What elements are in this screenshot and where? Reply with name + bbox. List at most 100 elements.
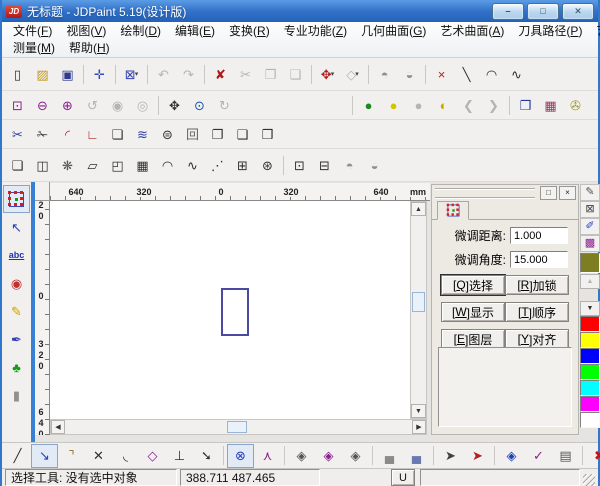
color-swatch[interactable]	[580, 412, 600, 428]
light-yellow-button[interactable]: ●	[381, 93, 406, 118]
material-lamp-button[interactable]: ✇	[563, 93, 588, 118]
ungroup-button[interactable]: ⊟	[312, 153, 337, 178]
menu-item-8[interactable]: 刀具路径(P)	[511, 21, 589, 40]
menu-item-6[interactable]: 几何曲面(G)	[354, 21, 433, 40]
current-color-swatch[interactable]	[580, 253, 600, 273]
delete-button[interactable]: ✘	[208, 62, 233, 87]
node-edit-tool-button[interactable]: ↖	[3, 213, 30, 241]
save-file-button[interactable]: ▣	[55, 62, 80, 87]
draw-line-button[interactable]: ╲	[454, 62, 479, 87]
concentric-button[interactable]: 回	[180, 122, 205, 147]
rect-array-button[interactable]: ▦	[130, 153, 155, 178]
maximize-button[interactable]: □	[527, 3, 559, 20]
color-swatch[interactable]	[580, 316, 600, 332]
shear-button[interactable]: ▱	[80, 153, 105, 178]
stamp-dome-button[interactable]: ◓	[372, 62, 397, 87]
scroll-up-icon[interactable]: ▲	[411, 202, 426, 216]
color-swatch[interactable]	[580, 380, 600, 396]
zoom-previous-button[interactable]: ↺	[80, 93, 105, 118]
surface-snap-direction-button[interactable]: ▄	[403, 444, 430, 468]
zoom-dynamic-button[interactable]: ⊙	[187, 93, 212, 118]
ring-array-button[interactable]: ⊛	[255, 153, 280, 178]
multi-offset-button[interactable]: ≋	[130, 122, 155, 147]
snap-verify-button[interactable]: ✓	[525, 444, 552, 468]
offset-curve-button[interactable]: ❏	[105, 122, 130, 147]
color-swatch[interactable]	[580, 396, 600, 412]
cut-curve-button[interactable]: ✂	[5, 122, 30, 147]
drawing-canvas[interactable]	[50, 201, 410, 419]
stamp-punch-2-button[interactable]: ◒	[362, 153, 387, 178]
copy-translate-button[interactable]: ❏	[5, 153, 30, 178]
stamp-dome-2-button[interactable]: ◓	[337, 153, 362, 178]
zoom-object-button[interactable]: ◎	[130, 93, 155, 118]
vertical-scroll-thumb[interactable]	[412, 292, 425, 312]
drawn-rectangle[interactable]	[221, 288, 249, 336]
menu-item-9[interactable]: 艺术绘制(Y)	[589, 21, 600, 40]
tab-selection[interactable]	[437, 201, 469, 220]
view-3d-button[interactable]: ◇▾	[340, 62, 365, 87]
snap-point-button[interactable]: ⋏	[254, 444, 281, 468]
flip-prev-button[interactable]: ❮	[456, 93, 481, 118]
snap-perpendicular-button[interactable]: ⊥	[166, 444, 193, 468]
curve-array-button[interactable]: ∿	[180, 153, 205, 178]
redo-button[interactable]: ↷	[176, 62, 201, 87]
horizontal-scroll-thumb[interactable]	[227, 421, 247, 433]
unit-toggle-button[interactable]: U	[391, 469, 415, 486]
chamfer-button[interactable]: ∟	[80, 122, 105, 147]
copy-button[interactable]: ❐	[258, 62, 283, 87]
palette-edit-button[interactable]: ▩	[580, 235, 600, 252]
nc-cutter-tool-button[interactable]: ▮	[3, 381, 30, 409]
color-swatch[interactable]	[580, 348, 600, 364]
eyedropper-button[interactable]: ✐	[580, 218, 600, 235]
sketch-tool-button[interactable]: ✎	[3, 297, 30, 325]
color-swatch[interactable]	[580, 332, 600, 348]
delete-small-button[interactable]: ×	[429, 62, 454, 87]
paste-button[interactable]: ❑	[283, 62, 308, 87]
cancel-button[interactable]: ✖	[586, 444, 600, 468]
no-color-button[interactable]: ⊠	[580, 201, 600, 218]
attribute-grid-button[interactable]: ▦	[538, 93, 563, 118]
pick-box-button[interactable]: ⊠▾	[119, 62, 144, 87]
pan-view-button[interactable]: ✥	[162, 93, 187, 118]
draw-spline-button[interactable]: ∿	[504, 62, 529, 87]
zoom-window-button[interactable]: ⊡	[5, 93, 30, 118]
nudge-angle-field[interactable]: 15.000	[510, 251, 568, 268]
color-swatch[interactable]	[580, 364, 600, 380]
panel-maximize-button[interactable]: □	[540, 186, 557, 200]
surface-snap-button[interactable]: ▄	[376, 444, 403, 468]
scale-button[interactable]: ◰	[105, 153, 130, 178]
menu-item-1[interactable]: 帮助(H)	[62, 38, 117, 57]
pen-color-button[interactable]: ✎	[580, 184, 600, 201]
plane-snap-left-button[interactable]: ◈	[288, 444, 315, 468]
panel-drag-handle[interactable]	[435, 188, 535, 199]
pick-box-dropdown-icon[interactable]: ▾	[135, 70, 139, 78]
copy-contour-1-button[interactable]: ❐	[205, 122, 230, 147]
zoom-out-button[interactable]: ⊖	[30, 93, 55, 118]
plane-snap-right-button[interactable]: ◈	[342, 444, 369, 468]
light-pick-button[interactable]: ●	[406, 93, 431, 118]
scroll-right-icon[interactable]: ▶	[412, 420, 426, 434]
scroll-left-icon[interactable]: ◀	[51, 420, 65, 434]
snap-entity-button[interactable]: ↘	[31, 444, 58, 468]
vertical-scrollbar[interactable]: ▲ ▼	[410, 201, 427, 419]
menu-item-3[interactable]: 编辑(E)	[168, 21, 222, 40]
project-to-surface-button[interactable]: ◈	[498, 444, 525, 468]
plane-snap-top-button[interactable]: ◈	[315, 444, 342, 468]
lock-mode-button[interactable]: [R]加锁	[505, 275, 569, 295]
path-array-button[interactable]: ⋰	[205, 153, 230, 178]
refresh-view-button[interactable]: ↻	[212, 93, 237, 118]
select-mode-button[interactable]: [Q]选择	[441, 275, 505, 295]
layer-mode-button[interactable]: [E]图层	[441, 329, 505, 349]
zoom-in-button[interactable]: ⊕	[55, 93, 80, 118]
copy-contour-3-button[interactable]: ❒	[255, 122, 280, 147]
minimize-button[interactable]: –	[492, 3, 524, 20]
mirror-button[interactable]: ◫	[30, 153, 55, 178]
relief-tool-button[interactable]: ♣	[3, 353, 30, 381]
snap-options-button[interactable]: ▤	[552, 444, 579, 468]
light-green-button[interactable]: ●	[356, 93, 381, 118]
snap-tangent-button[interactable]: ➘	[193, 444, 220, 468]
paste-point-button[interactable]: ✛	[87, 62, 112, 87]
transform-dropdown-icon[interactable]: ▾	[331, 70, 335, 78]
grid-array-button[interactable]: ⊞	[230, 153, 255, 178]
panel-close-button[interactable]: ×	[559, 186, 576, 200]
